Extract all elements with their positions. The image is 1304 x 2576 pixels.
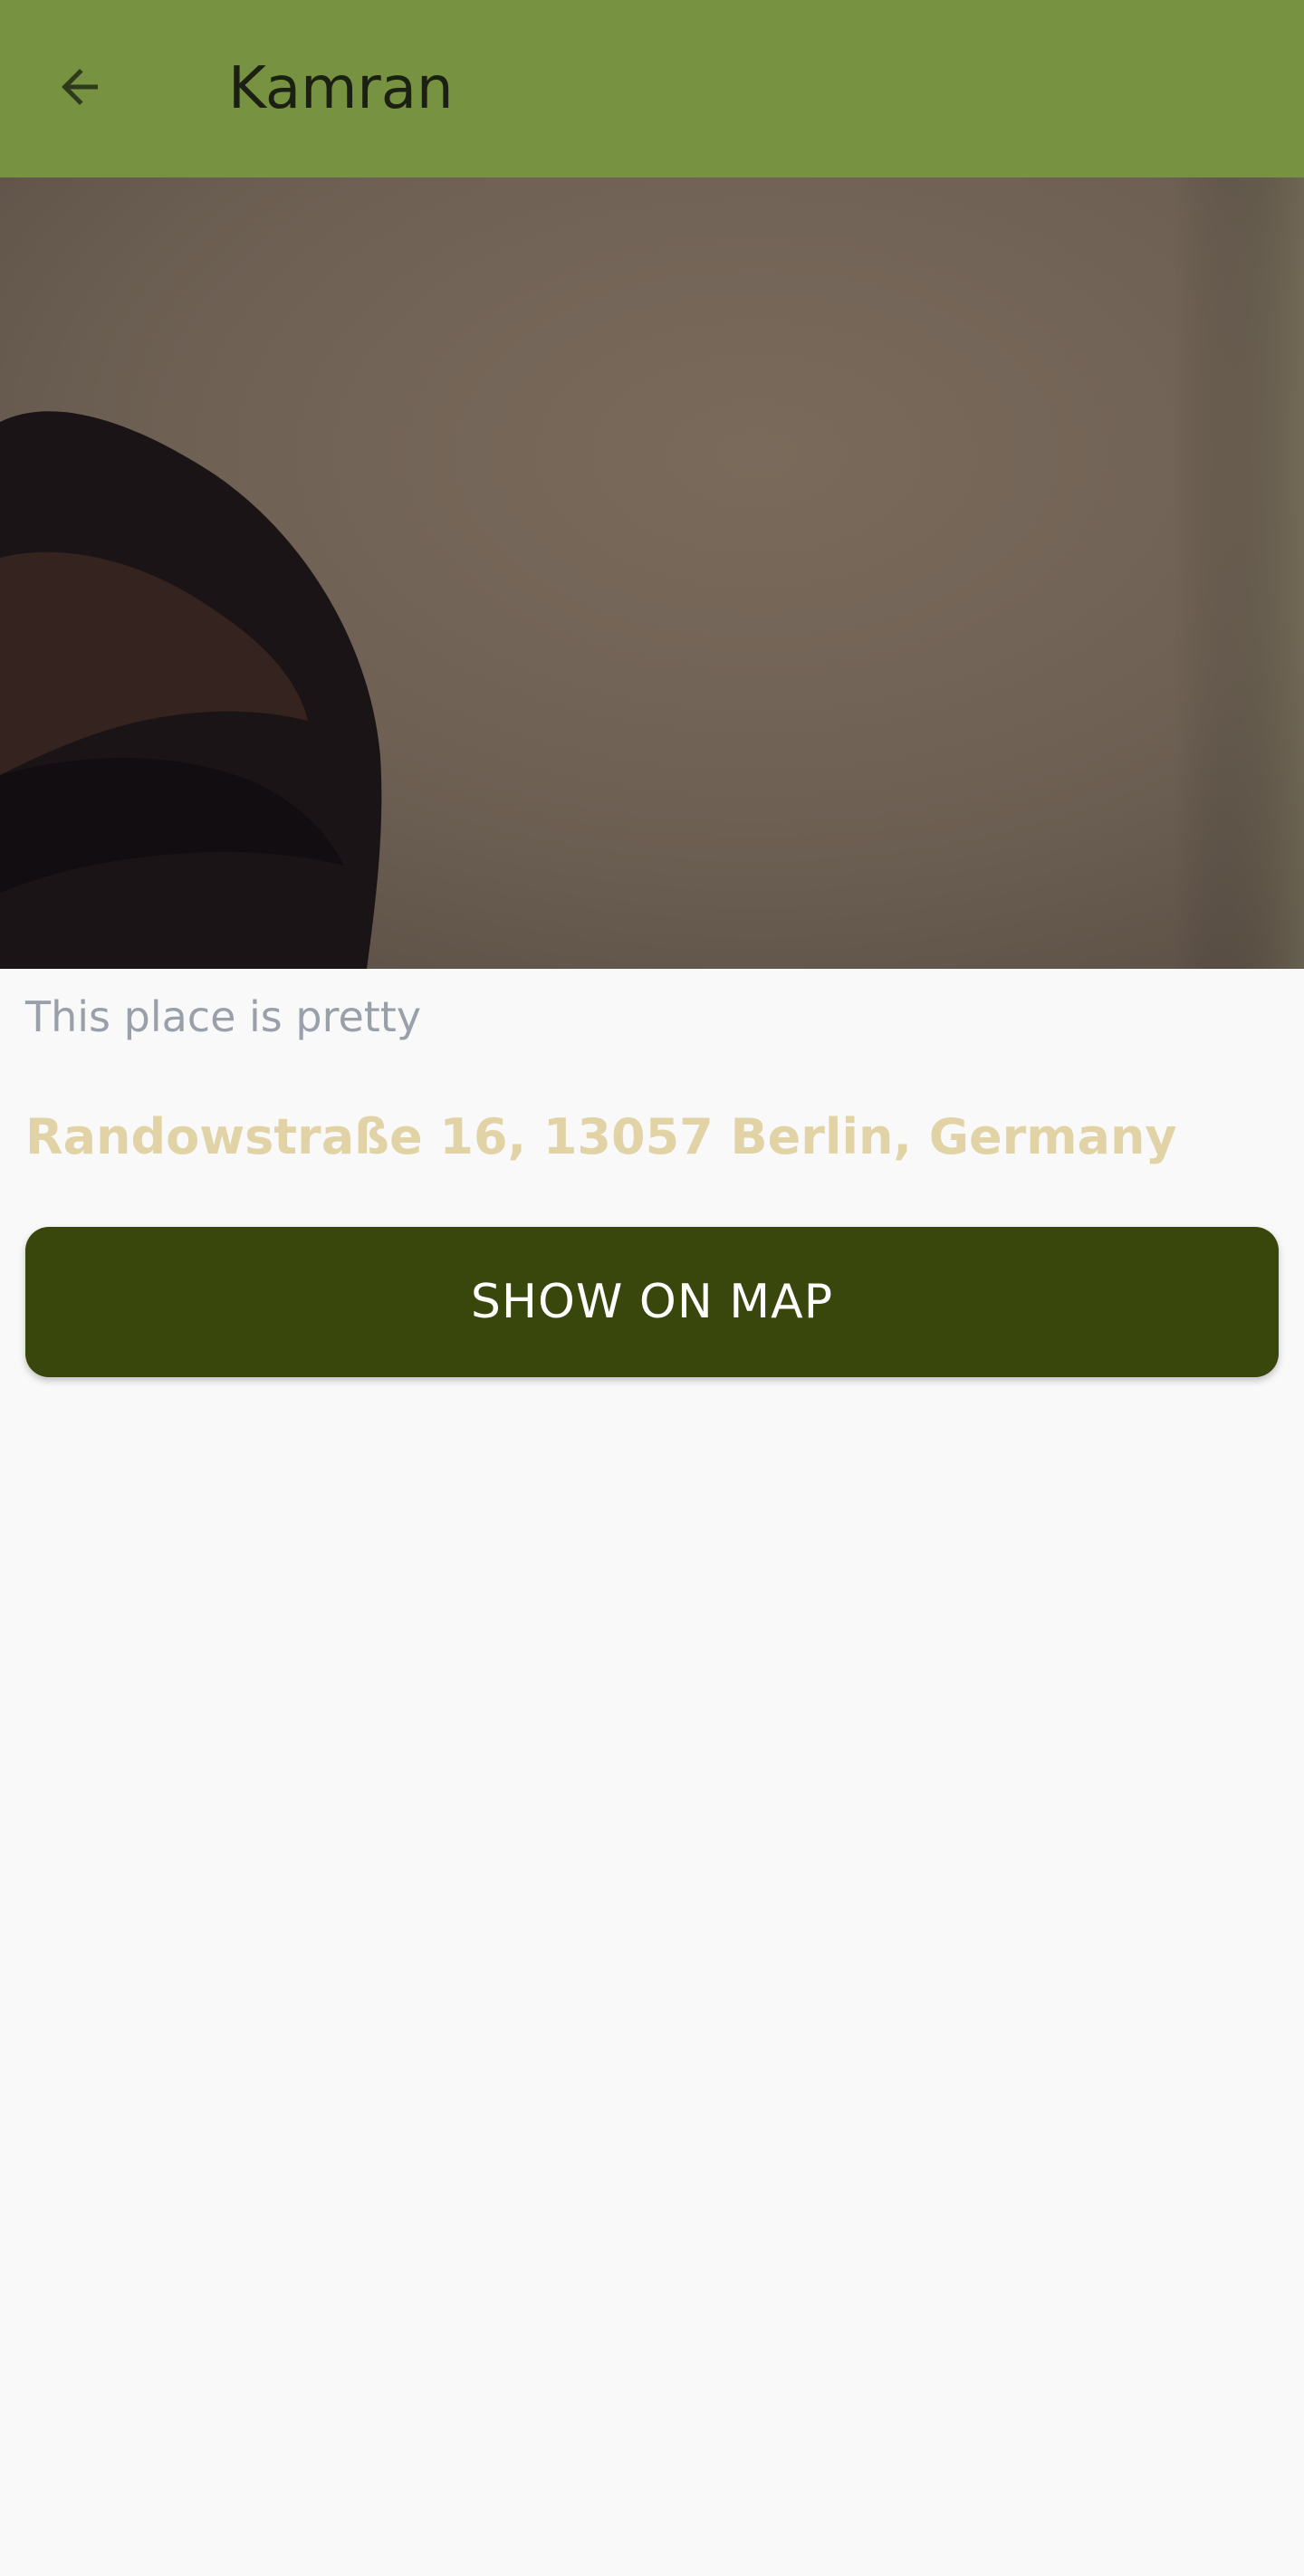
place-address: Randowstraße 16, 13057 Berlin, Germany (25, 1108, 1177, 1165)
back-button[interactable] (34, 43, 125, 134)
place-description: This place is pretty (25, 992, 422, 1041)
show-on-map-button[interactable]: SHOW ON MAP (25, 1227, 1279, 1377)
app-bar: Kamran (0, 0, 1304, 177)
page-title: Kamran (228, 55, 454, 122)
arrow-left-icon (53, 60, 107, 118)
place-photo (0, 177, 1304, 969)
